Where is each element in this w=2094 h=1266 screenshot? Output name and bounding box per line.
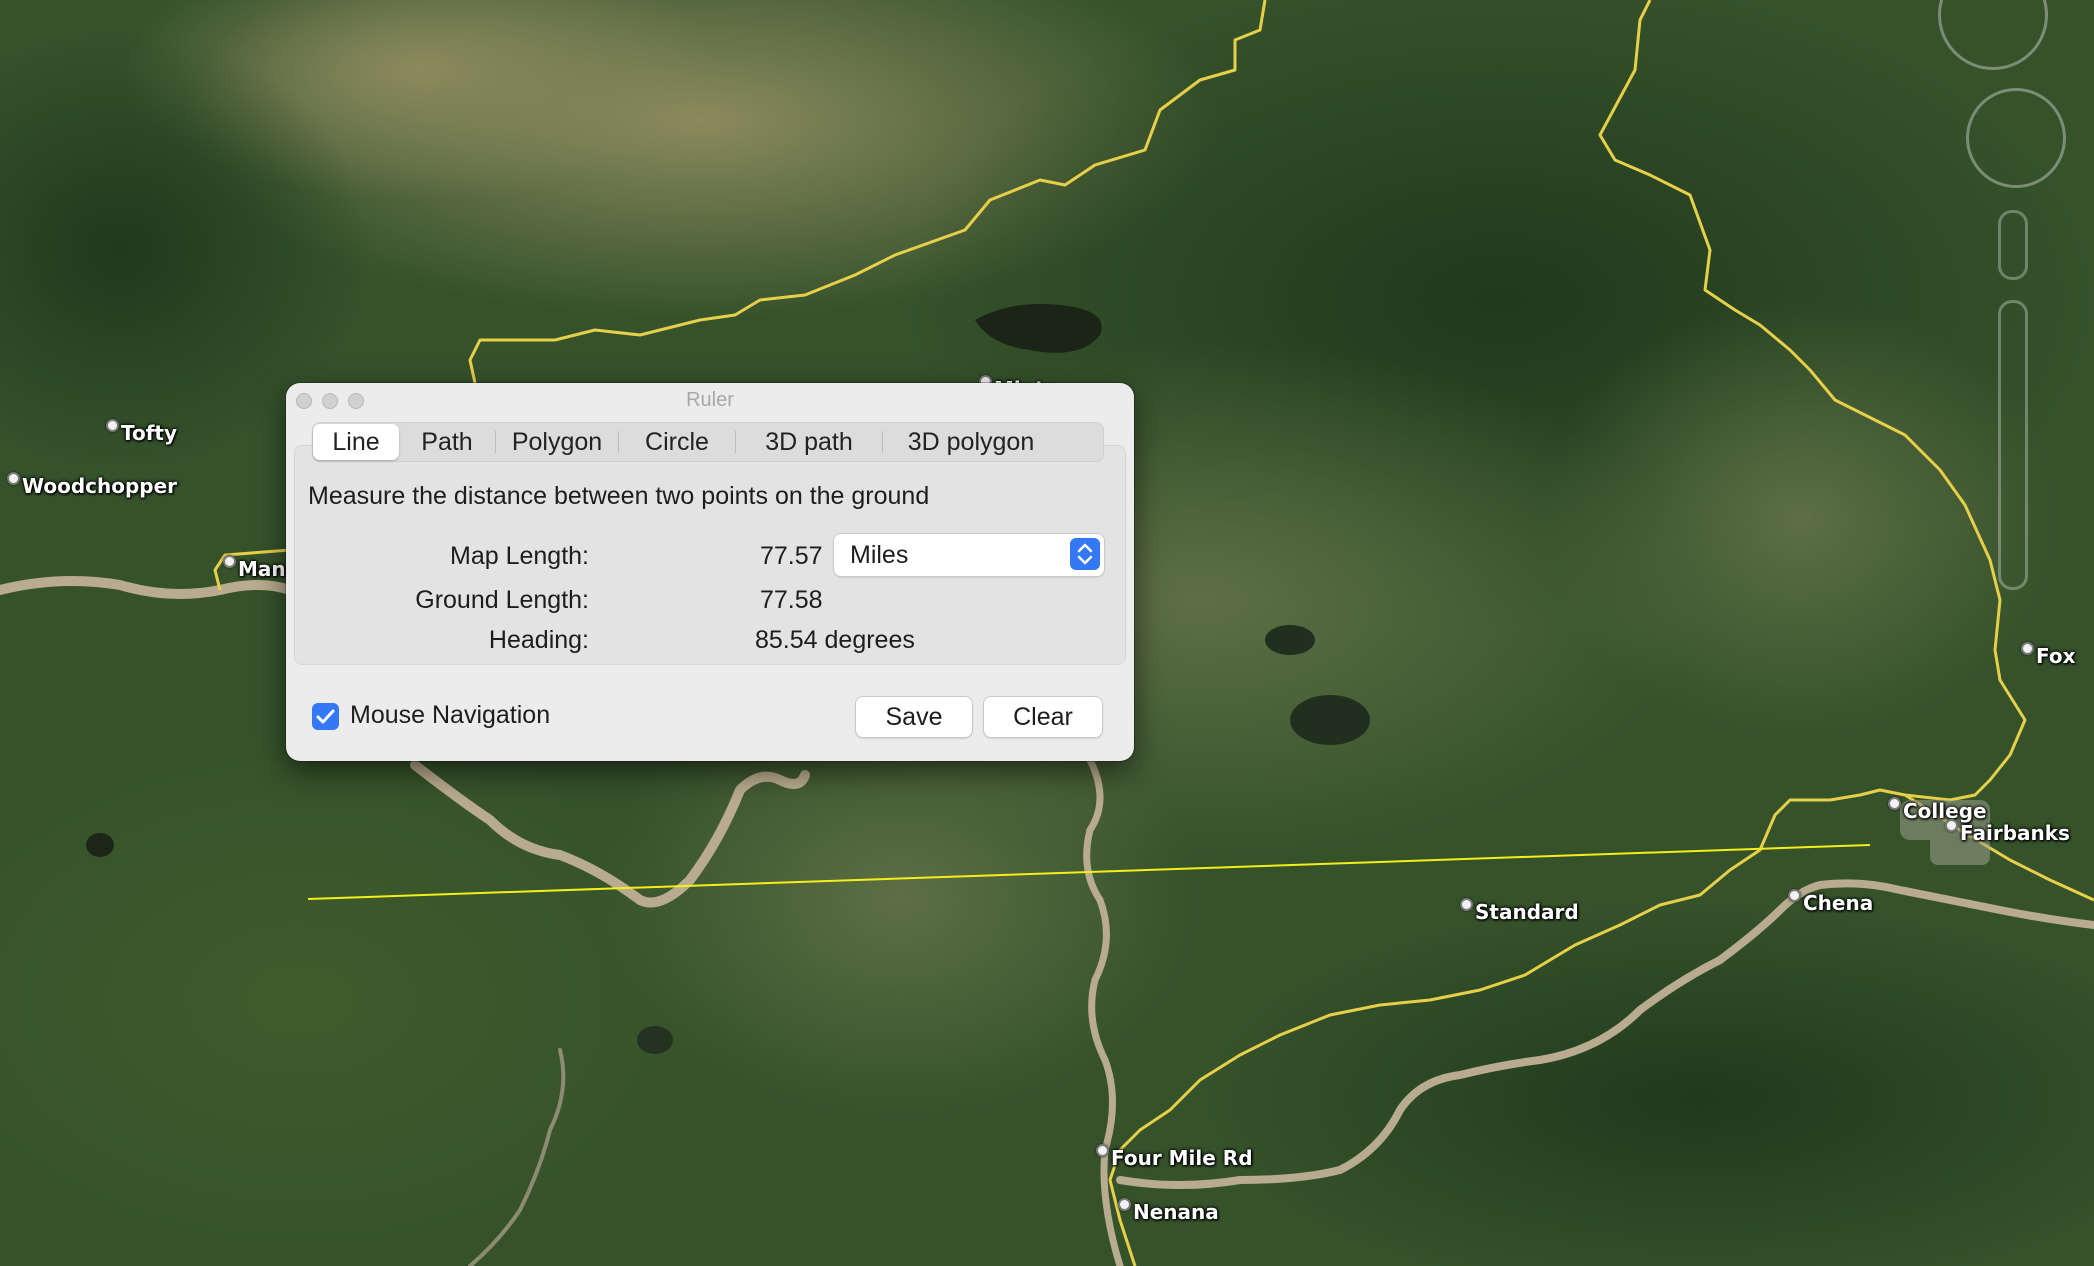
place-marker[interactable]: Manl (223, 541, 293, 581)
place-label: Four Mile Rd (1111, 1146, 1253, 1170)
place-label: Fox (2036, 644, 2076, 668)
place-marker[interactable]: Tofty (106, 405, 177, 445)
unit-select-value: Miles (850, 541, 909, 569)
place-marker[interactable]: Chena (1788, 875, 1873, 915)
place-pin-icon (1096, 1143, 1109, 1157)
ground-length-label: Ground Length: (415, 586, 589, 614)
place-label: Standard (1475, 900, 1579, 924)
heading-label: Heading: (488, 626, 589, 654)
place-marker[interactable]: Fox (2021, 628, 2076, 668)
place-pin-icon (2021, 641, 2034, 655)
place-pin-icon (223, 554, 236, 568)
ruler-description: Measure the distance between two points … (308, 482, 930, 510)
mouse-navigation-label[interactable]: Mouse Navigation (350, 701, 550, 730)
place-label: Woodchopper (22, 474, 178, 498)
tab-path[interactable]: Path (399, 424, 495, 460)
look-joystick[interactable] (1966, 88, 2066, 188)
place-label: Tofty (121, 421, 178, 445)
ruler-mode-tabs: Line Path Polygon Circle 3D path 3D poly… (312, 422, 1104, 462)
tab-3d-polygon[interactable]: 3D polygon (883, 424, 1059, 460)
place-label: Fairbanks (1960, 821, 2070, 845)
chevron-up-down-icon (1070, 538, 1100, 570)
ground-length-value: 77.58 (760, 586, 823, 614)
tab-line[interactable]: Line (313, 424, 399, 460)
place-label: Manl (238, 557, 293, 581)
place-pin-icon (1788, 888, 1801, 902)
place-marker[interactable]: Nenana (1118, 1184, 1219, 1224)
zoom-slider[interactable] (1998, 300, 2028, 590)
place-marker[interactable]: Four Mile Rd (1096, 1130, 1253, 1170)
place-marker[interactable]: Fairbanks (1945, 805, 2070, 845)
checkmark-icon (316, 709, 335, 724)
place-marker[interactable]: Woodchopper (7, 458, 177, 498)
tab-polygon[interactable]: Polygon (496, 424, 618, 460)
place-label: Chena (1803, 891, 1874, 915)
place-marker[interactable]: Standard (1460, 884, 1579, 924)
place-pin-icon (1888, 796, 1901, 810)
map-length-label: Map Length: (450, 542, 589, 570)
clear-button[interactable]: Clear (984, 697, 1102, 737)
place-pin-icon (1460, 897, 1473, 911)
save-button[interactable]: Save (856, 697, 972, 737)
tab-circle[interactable]: Circle (619, 424, 735, 460)
window-title: Ruler (686, 389, 734, 411)
map-length-value: 77.57 (760, 542, 823, 570)
place-label: Nenana (1133, 1200, 1219, 1224)
unit-select[interactable]: Miles (834, 534, 1104, 576)
tab-3d-path[interactable]: 3D path (736, 424, 882, 460)
place-pin-icon (106, 418, 119, 432)
mouse-navigation-checkbox[interactable] (312, 703, 339, 730)
title-bar[interactable]: Ruler (286, 383, 1134, 417)
street-view-pegman-icon[interactable] (1998, 210, 2028, 280)
place-pin-icon (7, 471, 20, 485)
ruler-window: Ruler Line Path Polygon Circle 3D path 3… (286, 383, 1134, 761)
place-pin-icon (1945, 818, 1958, 832)
place-pin-icon (1118, 1197, 1131, 1211)
heading-value: 85.54 degrees (755, 626, 915, 654)
